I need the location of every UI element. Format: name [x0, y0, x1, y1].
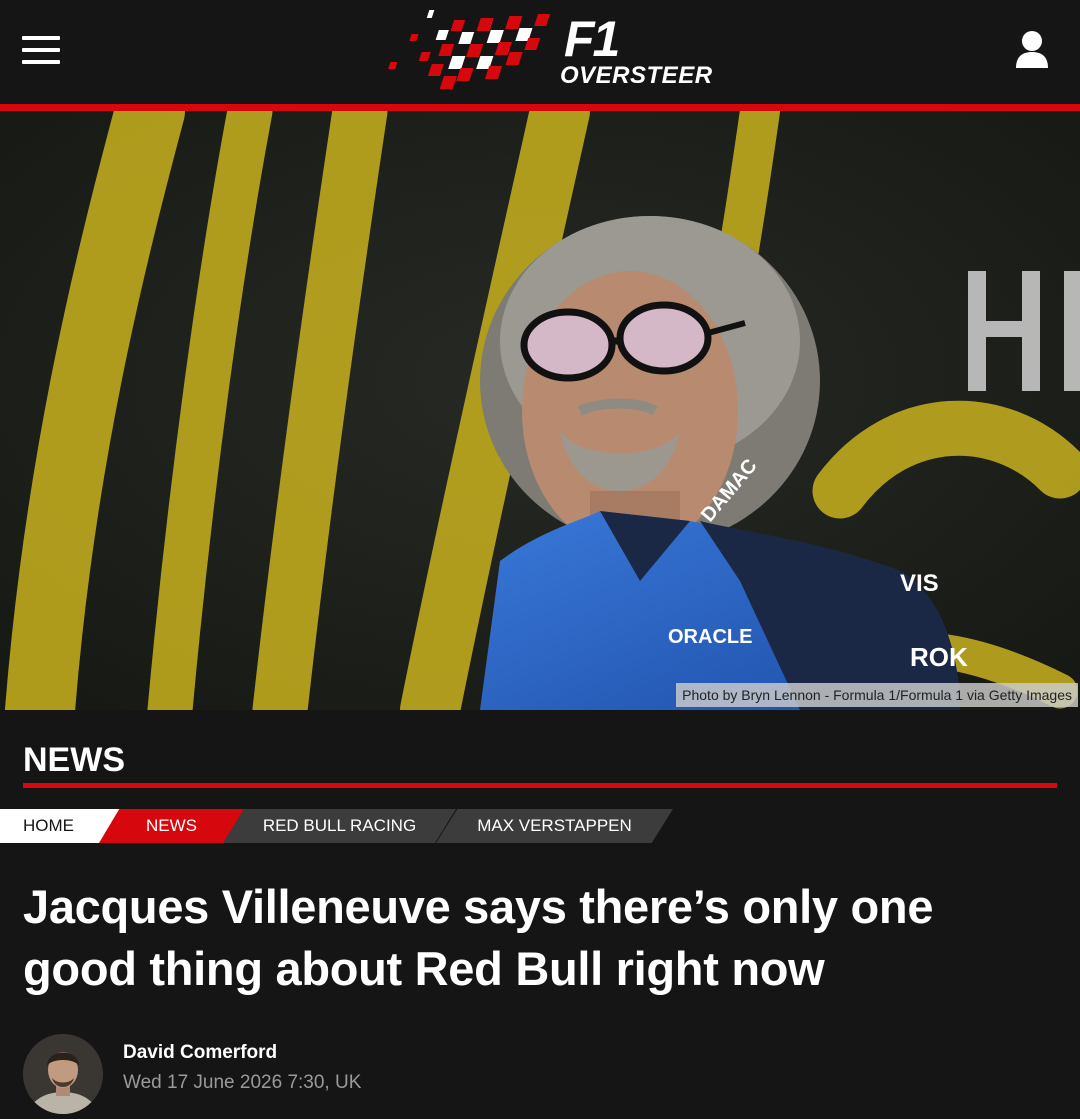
- article-headline: Jacques Villeneuve says there’s only one…: [23, 880, 934, 995]
- svg-text:ORACLE: ORACLE: [668, 626, 752, 648]
- section-title[interactable]: NEWS: [23, 740, 125, 780]
- hamburger-menu-icon[interactable]: [22, 36, 60, 66]
- author-avatar[interactable]: [23, 1034, 103, 1114]
- logo-oversteer-text: OVERSTEER: [560, 62, 713, 89]
- breadcrumb-home[interactable]: HOME: [0, 809, 120, 843]
- photo-credit: Photo by Bryn Lennon - Formula 1/Formula…: [676, 683, 1078, 707]
- breadcrumb-max-verstappen[interactable]: MAX VERSTAPPEN: [436, 809, 673, 843]
- breadcrumb: HOME NEWS RED BULL RACING MAX VERSTAPPEN: [0, 809, 680, 843]
- header-divider: [0, 104, 1080, 111]
- site-header: F1 OVERSTEER: [0, 0, 1080, 104]
- breadcrumb-red-bull-racing[interactable]: RED BULL RACING: [223, 809, 456, 843]
- hero-photo: DAMAC ORACLE VIS ROK Photo by Bryn Lenno…: [0, 111, 1080, 710]
- hero-photo-illustration: DAMAC ORACLE VIS ROK: [0, 111, 1080, 710]
- user-account-icon[interactable]: [1014, 30, 1050, 70]
- section-divider: [23, 783, 1057, 788]
- breadcrumb-news[interactable]: NEWS: [99, 809, 244, 843]
- site-logo[interactable]: F1 OVERSTEER: [376, 8, 712, 98]
- svg-text:VIS: VIS: [900, 570, 939, 597]
- checkered-flag-icon: [388, 10, 551, 89]
- svg-text:ROK: ROK: [910, 642, 968, 672]
- publish-date: Wed 17 June 2026 7:30, UK: [123, 1072, 362, 1093]
- author-name[interactable]: David Comerford: [123, 1041, 277, 1065]
- logo-f1-text: F1: [564, 11, 620, 67]
